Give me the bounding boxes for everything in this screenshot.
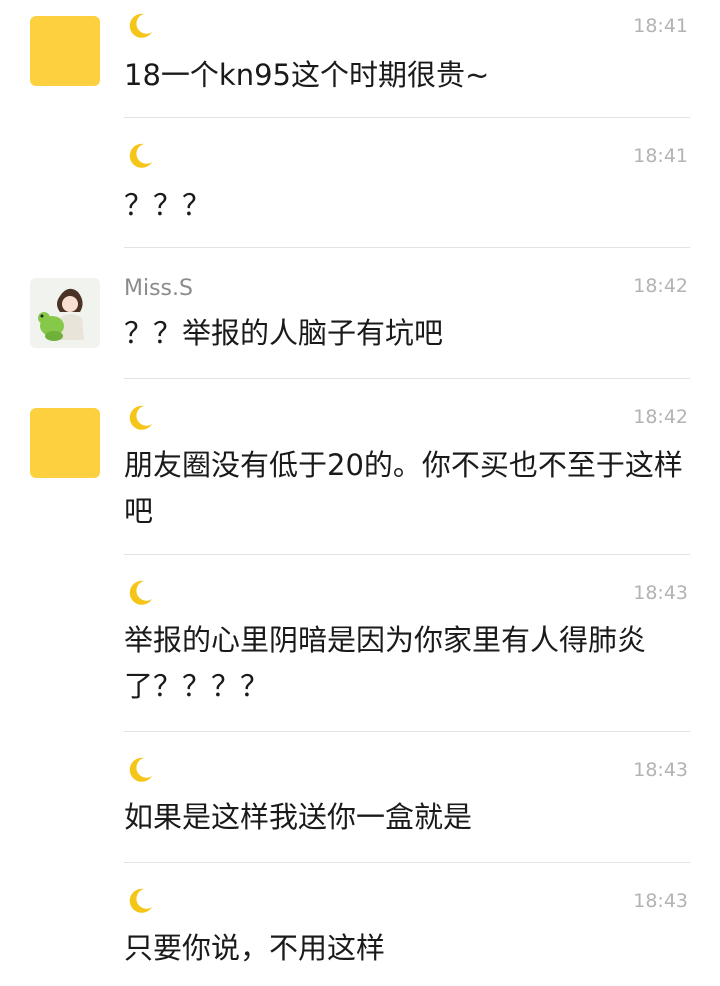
avatar[interactable]: [30, 16, 100, 86]
message-text: 如果是这样我送你一盒就是: [124, 800, 473, 834]
girl-with-dinosaur-avatar-icon: [30, 278, 100, 348]
message-timestamp: 18:43: [633, 582, 688, 604]
message-text: 18一个kn95这个时期很贵~: [124, 58, 490, 92]
crescent-moon-icon: [129, 405, 152, 430]
crescent-moon-icon: [129, 13, 152, 38]
message-timestamp: 18:43: [633, 759, 688, 781]
message-timestamp: 18:42: [633, 275, 688, 297]
crescent-moon-icon: [129, 888, 152, 913]
crescent-moon-icon: [129, 757, 152, 782]
sender-moon-icon: [124, 10, 156, 40]
sender-moon-icon: [124, 402, 156, 432]
message-timestamp: 18:42: [633, 406, 688, 428]
sender-moon-icon: [124, 140, 156, 170]
chat-message: 18:43 举报的心里阴暗是因为你家里有人得肺炎了？？？？: [0, 555, 720, 732]
crescent-moon-icon: [129, 143, 152, 168]
chat-message: 18:42 朋友圈没有低于20的。你不买也不至于这样吧: [0, 379, 720, 555]
message-timestamp: 18:43: [633, 890, 688, 912]
crescent-moon-icon: [129, 580, 152, 605]
message-text: 朋友圈没有低于20的。你不买也不至于这样吧: [124, 448, 683, 528]
message-timestamp: 18:41: [633, 15, 688, 37]
avatar[interactable]: [30, 408, 100, 478]
message-text: 只要你说，不用这样: [124, 931, 386, 965]
sender-moon-icon: [124, 885, 156, 915]
message-text: ？？？: [124, 188, 212, 222]
sender-name: Miss.S: [124, 276, 193, 301]
message-text: 举报的心里阴暗是因为你家里有人得肺炎了？？？？: [124, 623, 647, 703]
sender-moon-icon: [124, 754, 156, 784]
chat-message: 18:43 只要你说，不用这样: [0, 863, 720, 986]
message-text: ？？举报的人脑子有坑吧: [124, 316, 444, 350]
chat-message: 18:41 18一个kn95这个时期很贵~: [0, 0, 720, 118]
chat-message: Miss.S 18:42 ？？举报的人脑子有坑吧: [0, 248, 720, 379]
chat-message: 18:41 ？？？: [0, 118, 720, 248]
message-timestamp: 18:41: [633, 145, 688, 167]
avatar[interactable]: [30, 278, 100, 348]
chat-message: 18:43 如果是这样我送你一盒就是: [0, 732, 720, 863]
sender-moon-icon: [124, 577, 156, 607]
